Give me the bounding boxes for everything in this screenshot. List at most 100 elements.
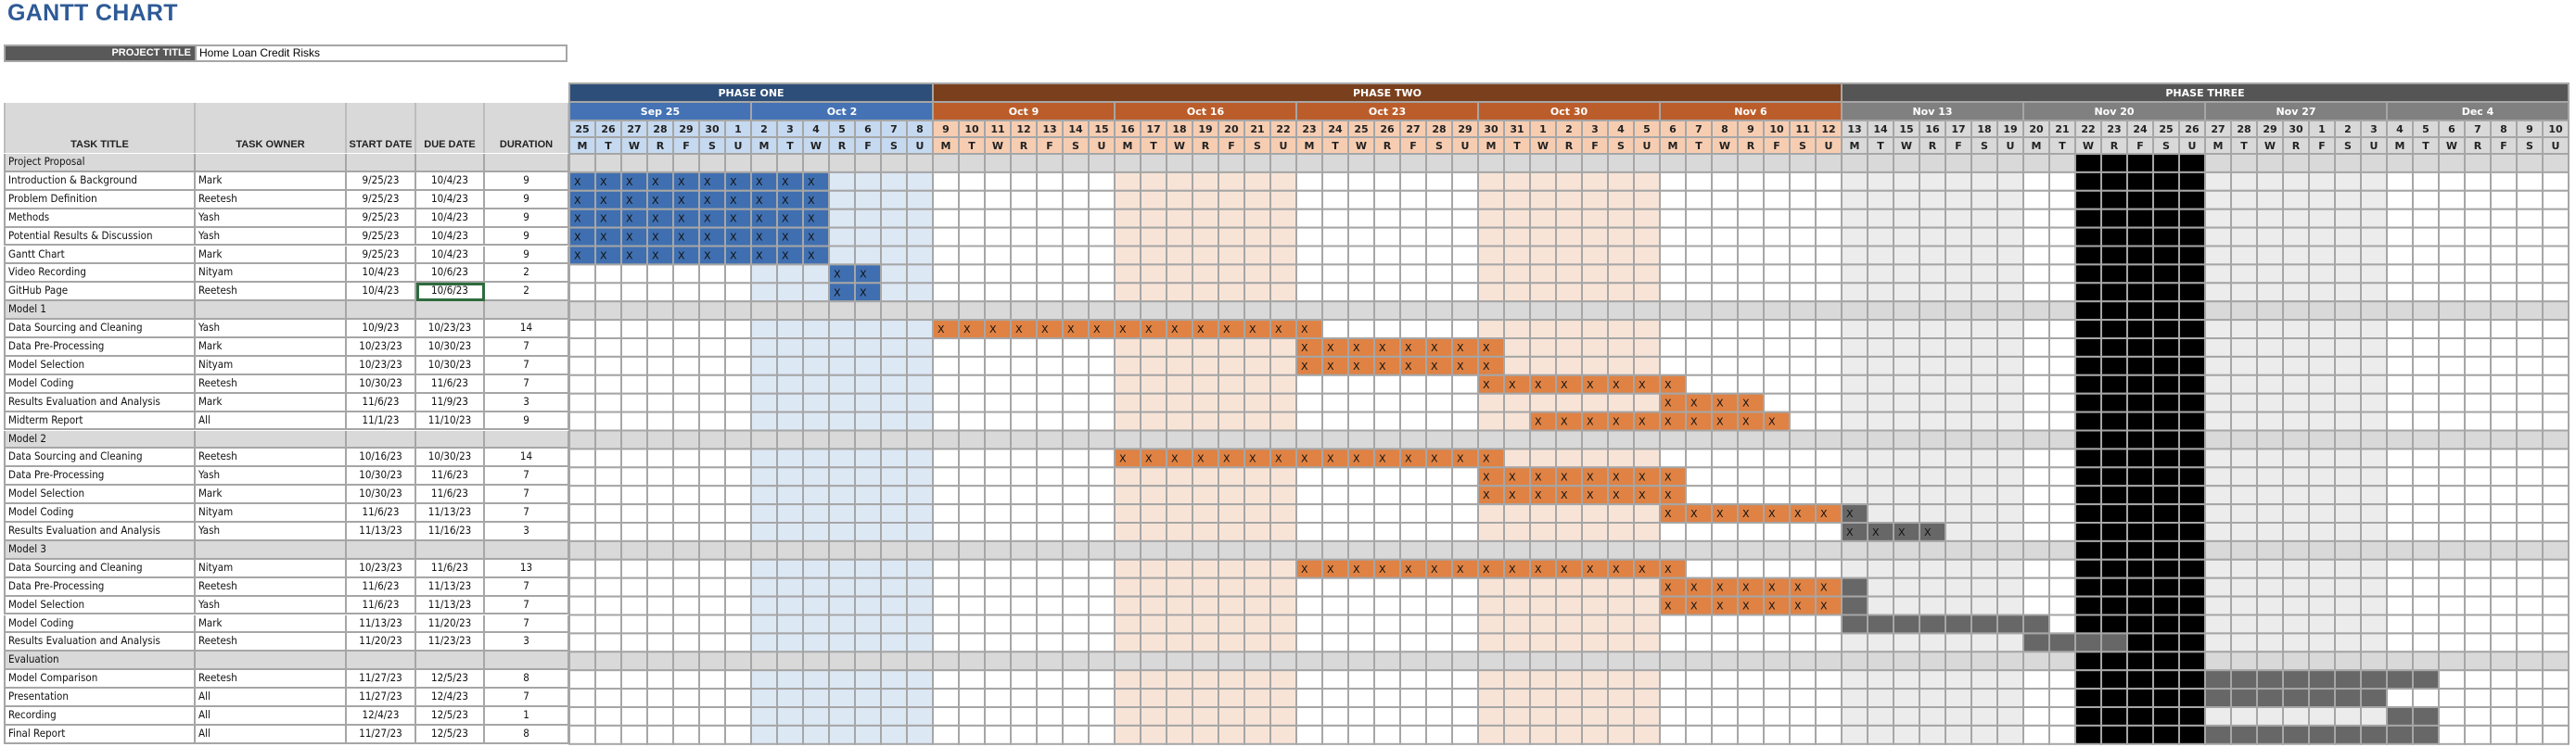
timeline-cell[interactable] (1893, 374, 1920, 395)
timeline-cell[interactable] (1192, 374, 1219, 395)
timeline-cell[interactable] (906, 448, 934, 469)
timeline-cell[interactable] (1996, 226, 2024, 247)
timeline-cell[interactable] (594, 263, 622, 285)
timeline-cell[interactable] (1140, 595, 1167, 616)
timeline-cell[interactable] (1503, 337, 1531, 358)
timeline-cell[interactable] (1114, 208, 1141, 229)
timeline-cell[interactable] (2256, 245, 2284, 266)
timeline-cell[interactable] (2412, 319, 2440, 340)
timeline-cell[interactable] (2022, 724, 2050, 745)
timeline-cell[interactable] (1841, 669, 1868, 690)
timeline-cell[interactable] (2048, 355, 2076, 376)
timeline-cell[interactable] (1036, 724, 1064, 745)
timeline-cell[interactable] (1477, 595, 1505, 616)
timeline-cell[interactable] (1763, 669, 1791, 690)
timeline-cell[interactable] (2438, 576, 2466, 598)
timeline-cell[interactable] (2256, 503, 2284, 524)
timeline-cell[interactable] (1555, 226, 1583, 247)
timeline-cell[interactable] (1243, 522, 1271, 542)
timeline-cell[interactable] (880, 724, 908, 745)
timeline-cell[interactable] (1789, 337, 1817, 358)
timeline-cell[interactable] (2360, 392, 2388, 413)
timeline-cell[interactable] (2022, 411, 2050, 432)
task-bar-cell[interactable] (2204, 669, 2232, 690)
timeline-cell[interactable] (2282, 411, 2310, 432)
timeline-cell[interactable] (568, 392, 596, 413)
timeline-cell[interactable] (802, 411, 830, 432)
timeline-cell[interactable] (2022, 374, 2050, 395)
timeline-cell[interactable] (2178, 485, 2206, 506)
timeline-cell[interactable] (1685, 374, 1713, 395)
timeline-cell[interactable] (932, 189, 960, 210)
task-bar-cell[interactable] (2360, 724, 2388, 745)
timeline-cell[interactable] (1373, 319, 1401, 340)
timeline-cell[interactable] (1218, 706, 1245, 727)
timeline-cell[interactable] (2386, 374, 2414, 395)
timeline-cell[interactable] (854, 688, 882, 708)
timeline-cell[interactable] (750, 576, 778, 598)
timeline-cell[interactable] (1036, 226, 1064, 247)
timeline-cell[interactable] (1919, 355, 1946, 376)
timeline-cell[interactable] (1970, 448, 1998, 469)
timeline-cell[interactable] (958, 466, 986, 487)
timeline-cell[interactable] (2204, 614, 2232, 635)
timeline-cell[interactable] (1581, 688, 1609, 708)
timeline-cell[interactable] (1036, 485, 1064, 506)
timeline-cell[interactable] (1477, 503, 1505, 524)
timeline-cell[interactable] (1451, 595, 1479, 616)
timeline-cell[interactable] (1503, 688, 1531, 708)
timeline-cell[interactable] (1815, 282, 1843, 303)
timeline-cell[interactable] (1685, 208, 1713, 229)
timeline-cell[interactable] (1555, 614, 1583, 635)
timeline-cell[interactable] (1893, 724, 1920, 745)
timeline-cell[interactable] (672, 576, 700, 598)
timeline-cell[interactable] (1451, 208, 1479, 229)
timeline-cell[interactable] (2490, 558, 2518, 579)
timeline-cell[interactable] (1114, 485, 1141, 506)
timeline-cell[interactable] (1555, 595, 1583, 616)
task-owner-cell[interactable]: Reetesh (196, 190, 347, 209)
timeline-cell[interactable] (2230, 614, 2258, 635)
timeline-cell[interactable] (2178, 171, 2206, 192)
timeline-cell[interactable] (1036, 706, 1064, 727)
timeline-cell[interactable] (2412, 614, 2440, 635)
timeline-cell[interactable] (1269, 392, 1297, 413)
timeline-cell[interactable] (2360, 374, 2388, 395)
timeline-cell[interactable] (1607, 226, 1635, 247)
timeline-cell[interactable] (2516, 576, 2544, 598)
timeline-cell[interactable] (802, 706, 830, 727)
timeline-cell[interactable] (1893, 632, 1920, 653)
timeline-cell[interactable] (1399, 503, 1427, 524)
timeline-cell[interactable] (1789, 688, 1817, 708)
timeline-cell[interactable] (2256, 448, 2284, 469)
timeline-cell[interactable] (1996, 688, 2024, 708)
timeline-cell[interactable] (1062, 374, 1090, 395)
timeline-cell[interactable] (1893, 263, 1920, 285)
timeline-cell[interactable] (2100, 558, 2128, 579)
timeline-cell[interactable] (1036, 208, 1064, 229)
timeline-cell[interactable] (906, 614, 934, 635)
timeline-cell[interactable] (802, 466, 830, 487)
timeline-cell[interactable] (880, 411, 908, 432)
timeline-cell[interactable] (2282, 595, 2310, 616)
timeline-cell[interactable] (646, 466, 674, 487)
timeline-cell[interactable] (750, 632, 778, 653)
timeline-cell[interactable] (1659, 319, 1687, 340)
timeline-cell[interactable] (1789, 226, 1817, 247)
timeline-cell[interactable] (2256, 595, 2284, 616)
timeline-cell[interactable] (1607, 355, 1635, 376)
timeline-cell[interactable] (1088, 576, 1116, 598)
timeline-cell[interactable] (1295, 706, 1323, 727)
timeline-cell[interactable] (2152, 263, 2180, 285)
timeline-cell[interactable] (672, 282, 700, 303)
task-start-cell[interactable]: 10/16/23 (347, 449, 416, 468)
timeline-cell[interactable] (2412, 337, 2440, 358)
timeline-cell[interactable] (2126, 724, 2154, 745)
timeline-cell[interactable] (1321, 226, 1349, 247)
timeline-cell[interactable] (854, 319, 882, 340)
timeline-cell[interactable] (854, 189, 882, 210)
timeline-cell[interactable] (1321, 706, 1349, 727)
timeline-cell[interactable] (932, 558, 960, 579)
timeline-cell[interactable] (2126, 282, 2154, 303)
timeline-cell[interactable] (2178, 669, 2206, 690)
